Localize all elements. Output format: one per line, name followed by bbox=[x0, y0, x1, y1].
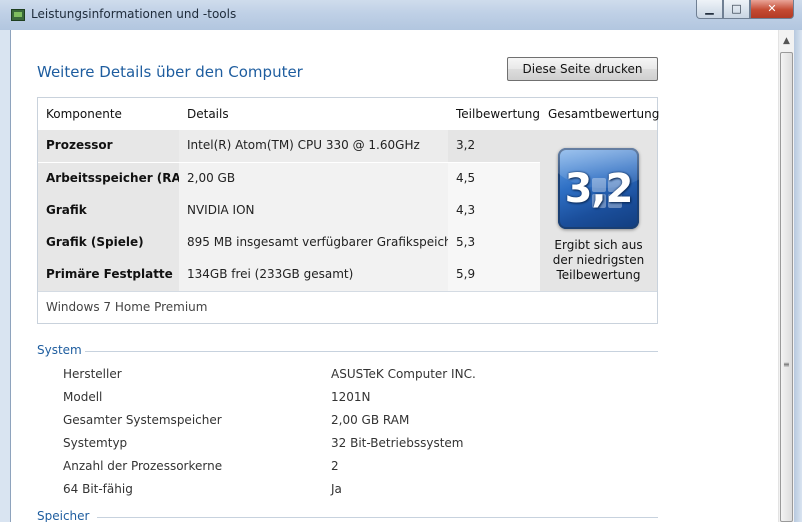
windows-edition: Windows 7 Home Premium bbox=[46, 300, 208, 314]
system-label: Hersteller bbox=[63, 367, 122, 381]
system-value: 2 bbox=[331, 459, 339, 473]
table-row: Grafik (Spiele) 895 MB insgesamt verfügb… bbox=[38, 227, 540, 259]
close-button[interactable]: ✕ bbox=[750, 0, 794, 19]
table-row: Primäre Festplatte 134GB frei (233GB ges… bbox=[38, 259, 540, 291]
section-title-system: System bbox=[37, 343, 82, 357]
window-controls: ▁ □ ✕ bbox=[696, 0, 794, 20]
header-component: Komponente bbox=[46, 107, 122, 121]
maximize-button[interactable]: □ bbox=[723, 0, 750, 19]
section-divider bbox=[85, 351, 658, 352]
title-bar[interactable]: Leistungsinformationen und -tools ▁ □ ✕ bbox=[0, 0, 802, 30]
component-details: Intel(R) Atom(TM) CPU 330 @ 1.60GHz bbox=[179, 130, 448, 162]
table-row: Arbeitsspeicher (RAM) 2,00 GB 4,5 bbox=[38, 163, 540, 195]
print-page-button[interactable]: Diese Seite drucken bbox=[507, 57, 658, 81]
base-score-badge: 3,2 bbox=[558, 148, 639, 229]
component-name: Primäre Festplatte bbox=[38, 259, 179, 291]
app-icon bbox=[11, 9, 25, 21]
component-name: Prozessor bbox=[38, 130, 179, 162]
system-label: 64 Bit-fähig bbox=[63, 482, 133, 496]
component-subscore: 3,2 bbox=[448, 130, 540, 162]
component-details: 134GB frei (233GB gesamt) bbox=[179, 259, 448, 291]
header-details: Details bbox=[187, 107, 229, 121]
base-score-note-line: der niedrigsten bbox=[552, 253, 645, 267]
base-score-panel: 3,2 Ergibt sich aus der niedrigsten Teil… bbox=[540, 130, 657, 291]
minimize-button[interactable]: ▁ bbox=[696, 0, 723, 19]
system-value: Ja bbox=[331, 482, 342, 496]
table-row: Grafik NVIDIA ION 4,3 bbox=[38, 195, 540, 227]
scroll-up-icon[interactable]: ▲ bbox=[779, 34, 794, 48]
base-score-value: 3,2 bbox=[564, 166, 634, 212]
component-details: 2,00 GB bbox=[179, 163, 448, 195]
page-title: Weitere Details über den Computer bbox=[37, 63, 303, 81]
section-title-storage: Speicher bbox=[37, 509, 90, 522]
system-value: 1201N bbox=[331, 390, 371, 404]
component-details: NVIDIA ION bbox=[179, 195, 448, 227]
system-value: ASUSTeK Computer INC. bbox=[331, 367, 476, 381]
component-details: 895 MB insgesamt verfügbarer Grafikspeic… bbox=[179, 227, 464, 259]
header-subscore: Teilbewertung bbox=[456, 107, 541, 121]
base-score-note: Ergibt sich aus der niedrigsten Teilbewe… bbox=[540, 238, 657, 283]
system-label: Anzahl der Prozessorkerne bbox=[63, 459, 223, 473]
system-value: 2,00 GB RAM bbox=[331, 413, 410, 427]
vertical-scrollbar[interactable]: ▲ ≡ bbox=[778, 30, 794, 522]
component-subscore: 5,9 bbox=[448, 259, 540, 291]
component-name: Arbeitsspeicher (RAM) bbox=[38, 163, 198, 195]
grip-icon: ≡ bbox=[783, 360, 790, 369]
base-score-note-line: Ergibt sich aus bbox=[554, 238, 643, 252]
content-area: Weitere Details über den Computer Diese … bbox=[10, 30, 778, 522]
base-score-note-line: Teilbewertung bbox=[556, 268, 641, 282]
performance-table: Komponente Details Teilbewertung Gesamtb… bbox=[37, 97, 660, 324]
component-subscore: 4,3 bbox=[448, 195, 540, 227]
component-subscore: 4,5 bbox=[448, 163, 540, 195]
window-title: Leistungsinformationen und -tools bbox=[31, 7, 237, 21]
table-row: Prozessor Intel(R) Atom(TM) CPU 330 @ 1.… bbox=[38, 130, 540, 162]
system-label: Systemtyp bbox=[63, 436, 128, 450]
component-name: Grafik bbox=[38, 195, 179, 227]
system-value: 32 Bit-Betriebssystem bbox=[331, 436, 464, 450]
system-label: Gesamter Systemspeicher bbox=[63, 413, 222, 427]
system-label: Modell bbox=[63, 390, 103, 404]
window-frame bbox=[794, 30, 802, 522]
scrollbar-thumb[interactable]: ≡ bbox=[780, 52, 793, 522]
component-subscore: 5,3 bbox=[448, 227, 540, 259]
header-basescore: Gesamtbewertung bbox=[548, 107, 660, 121]
component-name: Grafik (Spiele) bbox=[38, 227, 179, 259]
section-divider bbox=[97, 517, 658, 518]
